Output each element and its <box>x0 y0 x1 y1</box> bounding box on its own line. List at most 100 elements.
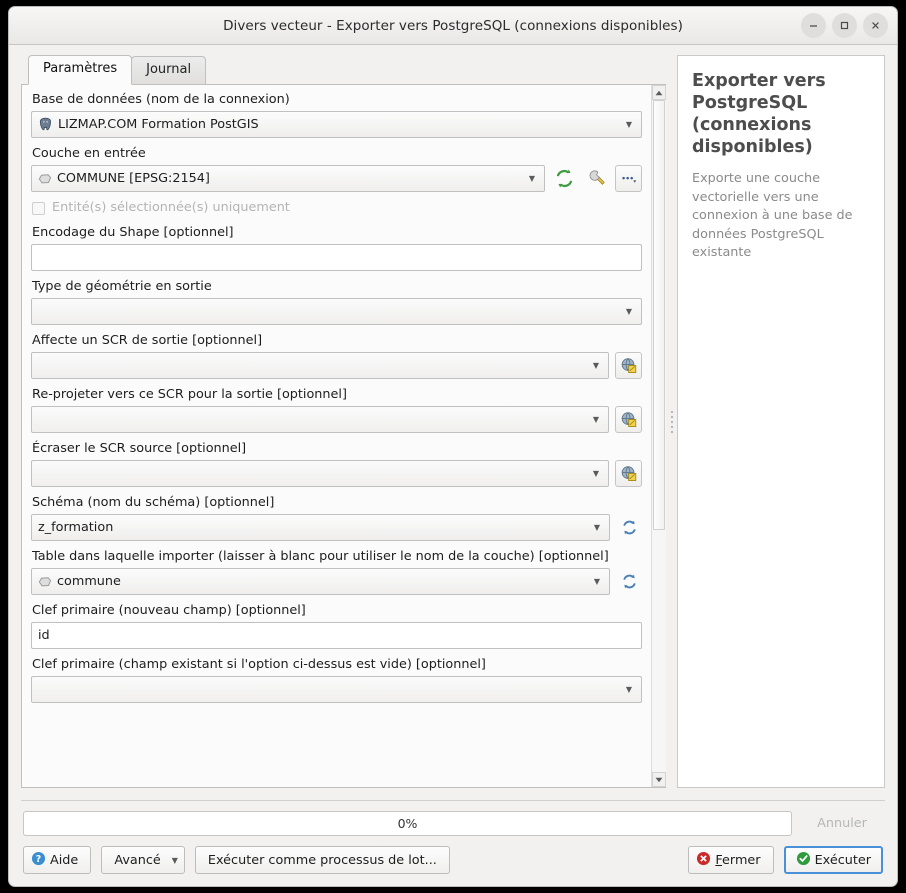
run-as-batch-button[interactable]: Exécuter comme processus de lot... <box>194 846 450 874</box>
row-primary-key-new: id <box>31 622 642 649</box>
close-button-label: Fermer <box>715 852 761 868</box>
parameters-panel: Base de données (nom de la connexion) LI… <box>21 84 666 788</box>
tab-bar: Paramètres Journal <box>21 55 666 85</box>
chevron-down-icon: ▼ <box>593 522 601 532</box>
primary-key-new-input[interactable]: id <box>31 622 642 649</box>
label-input-layer: Couche en entrée <box>32 146 146 161</box>
progress-text: 0% <box>397 816 418 831</box>
label-override-crs: Écraser le SCR source [optionnel] <box>32 441 247 456</box>
polygon-layer-icon <box>38 173 52 185</box>
selected-features-checkbox[interactable] <box>32 201 45 215</box>
chevron-down-icon: ▼ <box>625 119 633 129</box>
label-assign-crs: Affecte un SCR de sortie [optionnel] <box>32 333 263 348</box>
chevron-down-icon: ▼ <box>592 414 600 424</box>
svg-text:?: ? <box>36 853 41 864</box>
chevron-down-icon: ▼ <box>592 468 600 478</box>
label-shape-encoding: Encodage du Shape [optionnel] <box>32 225 234 240</box>
panel-splitter[interactable] <box>666 55 677 788</box>
override-crs-combo[interactable]: ▼ <box>31 460 609 487</box>
chevron-down-icon: ▼ <box>171 855 178 865</box>
left-column: Paramètres Journal Base de données (nom … <box>21 55 666 788</box>
help-button[interactable]: ? Aide <box>23 846 92 874</box>
label-database: Base de données (nom de la connexion) <box>32 92 290 107</box>
row-schema: z_formation ▼ <box>31 514 642 541</box>
iterate-icon[interactable] <box>551 166 577 192</box>
window-title: Divers vecteur - Exporter vers PostgreSQ… <box>223 17 683 34</box>
title-bar: Divers vecteur - Exporter vers PostgreSQ… <box>9 7 897 45</box>
primary-key-new-value: id <box>38 628 50 643</box>
tab-parametres[interactable]: Paramètres <box>28 55 133 85</box>
chevron-down-icon: ▼ <box>625 306 633 316</box>
label-selected-features: Entité(s) sélectionnée(s) uniquement <box>52 200 290 215</box>
label-table: Table dans laquelle importer (laisser à … <box>32 549 609 564</box>
help-description: Exporte une couche vectorielle vers une … <box>692 171 853 260</box>
help-button-label: Aide <box>50 852 79 868</box>
button-bar: ? Aide Avancé ▼ Exécuter comme processus… <box>9 837 897 886</box>
scroll-down-icon[interactable] <box>651 772 666 787</box>
execute-button-label: Exécuter <box>814 852 871 868</box>
geometry-type-combo[interactable]: ▼ <box>31 298 642 325</box>
row-input-layer: COMMUNE [EPSG:2154] ▼ <box>31 165 642 192</box>
label-geometry-type: Type de géométrie en sortie <box>32 279 212 294</box>
row-reproject-crs: ▼ <box>31 406 642 433</box>
primary-key-existing-combo[interactable]: ▼ <box>31 676 642 703</box>
dialog-body: Paramètres Journal Base de données (nom … <box>9 45 897 886</box>
crs-select-icon[interactable] <box>615 352 642 379</box>
label-schema: Schéma (nom du schéma) [optionnel] <box>32 495 275 510</box>
chevron-down-icon: ▼ <box>592 360 600 370</box>
reproject-crs-combo[interactable]: ▼ <box>31 406 609 433</box>
scrollbar-thumb[interactable] <box>652 100 665 531</box>
postgresql-elephant-icon <box>38 117 53 132</box>
content-area: Paramètres Journal Base de données (nom … <box>9 45 897 788</box>
row-geometry-type: ▼ <box>31 298 642 325</box>
row-database: LIZMAP.COM Formation PostGIS ▼ <box>31 111 642 138</box>
maximize-icon[interactable] <box>832 13 857 38</box>
crs-select-icon[interactable] <box>615 460 642 487</box>
chevron-down-icon: ▼ <box>528 173 536 183</box>
cancel-button[interactable]: Annuler <box>801 810 883 837</box>
database-value: LIZMAP.COM Formation PostGIS <box>58 117 259 132</box>
crs-select-icon[interactable] <box>615 406 642 433</box>
row-table: commune ▼ <box>31 568 642 595</box>
close-button[interactable]: Fermer <box>688 846 774 874</box>
label-primary-key-existing: Clef primaire (champ existant si l'optio… <box>32 657 486 672</box>
close-error-icon <box>696 851 711 870</box>
help-title: Exporter vers PostgreSQL (connexions dis… <box>692 71 826 157</box>
parameters-scrollbar[interactable] <box>651 85 666 787</box>
assign-crs-combo[interactable]: ▼ <box>31 352 609 379</box>
selected-features-checkbox-row[interactable]: Entité(s) sélectionnée(s) uniquement <box>32 200 642 216</box>
advanced-button-label: Avancé <box>114 852 161 868</box>
input-layer-combo[interactable]: COMMUNE [EPSG:2154] ▼ <box>31 165 545 192</box>
dialog-window: Divers vecteur - Exporter vers PostgreSQ… <box>8 6 898 887</box>
more-options-button[interactable] <box>615 165 642 192</box>
minimize-icon[interactable] <box>801 13 826 38</box>
chevron-down-icon: ▼ <box>625 684 633 694</box>
scrollbar-track[interactable] <box>651 100 666 772</box>
table-combo[interactable]: commune ▼ <box>31 568 610 595</box>
wrench-icon[interactable] <box>583 166 609 192</box>
scroll-up-icon[interactable] <box>651 85 666 100</box>
help-circle-icon: ? <box>31 851 46 870</box>
window-controls <box>801 13 888 38</box>
close-icon[interactable] <box>863 13 888 38</box>
table-value: commune <box>57 574 121 589</box>
row-assign-crs: ▼ <box>31 352 642 379</box>
execute-button[interactable]: Exécuter <box>783 846 883 874</box>
refresh-icon[interactable] <box>616 515 642 541</box>
splitter-grip-icon <box>670 410 673 433</box>
chevron-down-icon: ▼ <box>593 576 601 586</box>
row-shape-encoding <box>31 244 642 271</box>
help-panel: Exporter vers PostgreSQL (connexions dis… <box>677 55 885 788</box>
tab-journal[interactable]: Journal <box>131 56 207 84</box>
row-primary-key-existing: ▼ <box>31 676 642 703</box>
refresh-icon[interactable] <box>616 569 642 595</box>
schema-value: z_formation <box>38 520 114 535</box>
progress-row: 0% Annuler <box>9 801 897 837</box>
schema-combo[interactable]: z_formation ▼ <box>31 514 610 541</box>
database-combo[interactable]: LIZMAP.COM Formation PostGIS ▼ <box>31 111 642 138</box>
advanced-button[interactable]: Avancé ▼ <box>101 846 185 874</box>
check-circle-icon <box>796 851 811 870</box>
label-reproject-crs: Re-projeter vers ce SCR pour la sortie [… <box>32 387 347 402</box>
shape-encoding-input[interactable] <box>31 244 642 271</box>
progress-bar: 0% <box>23 811 792 836</box>
